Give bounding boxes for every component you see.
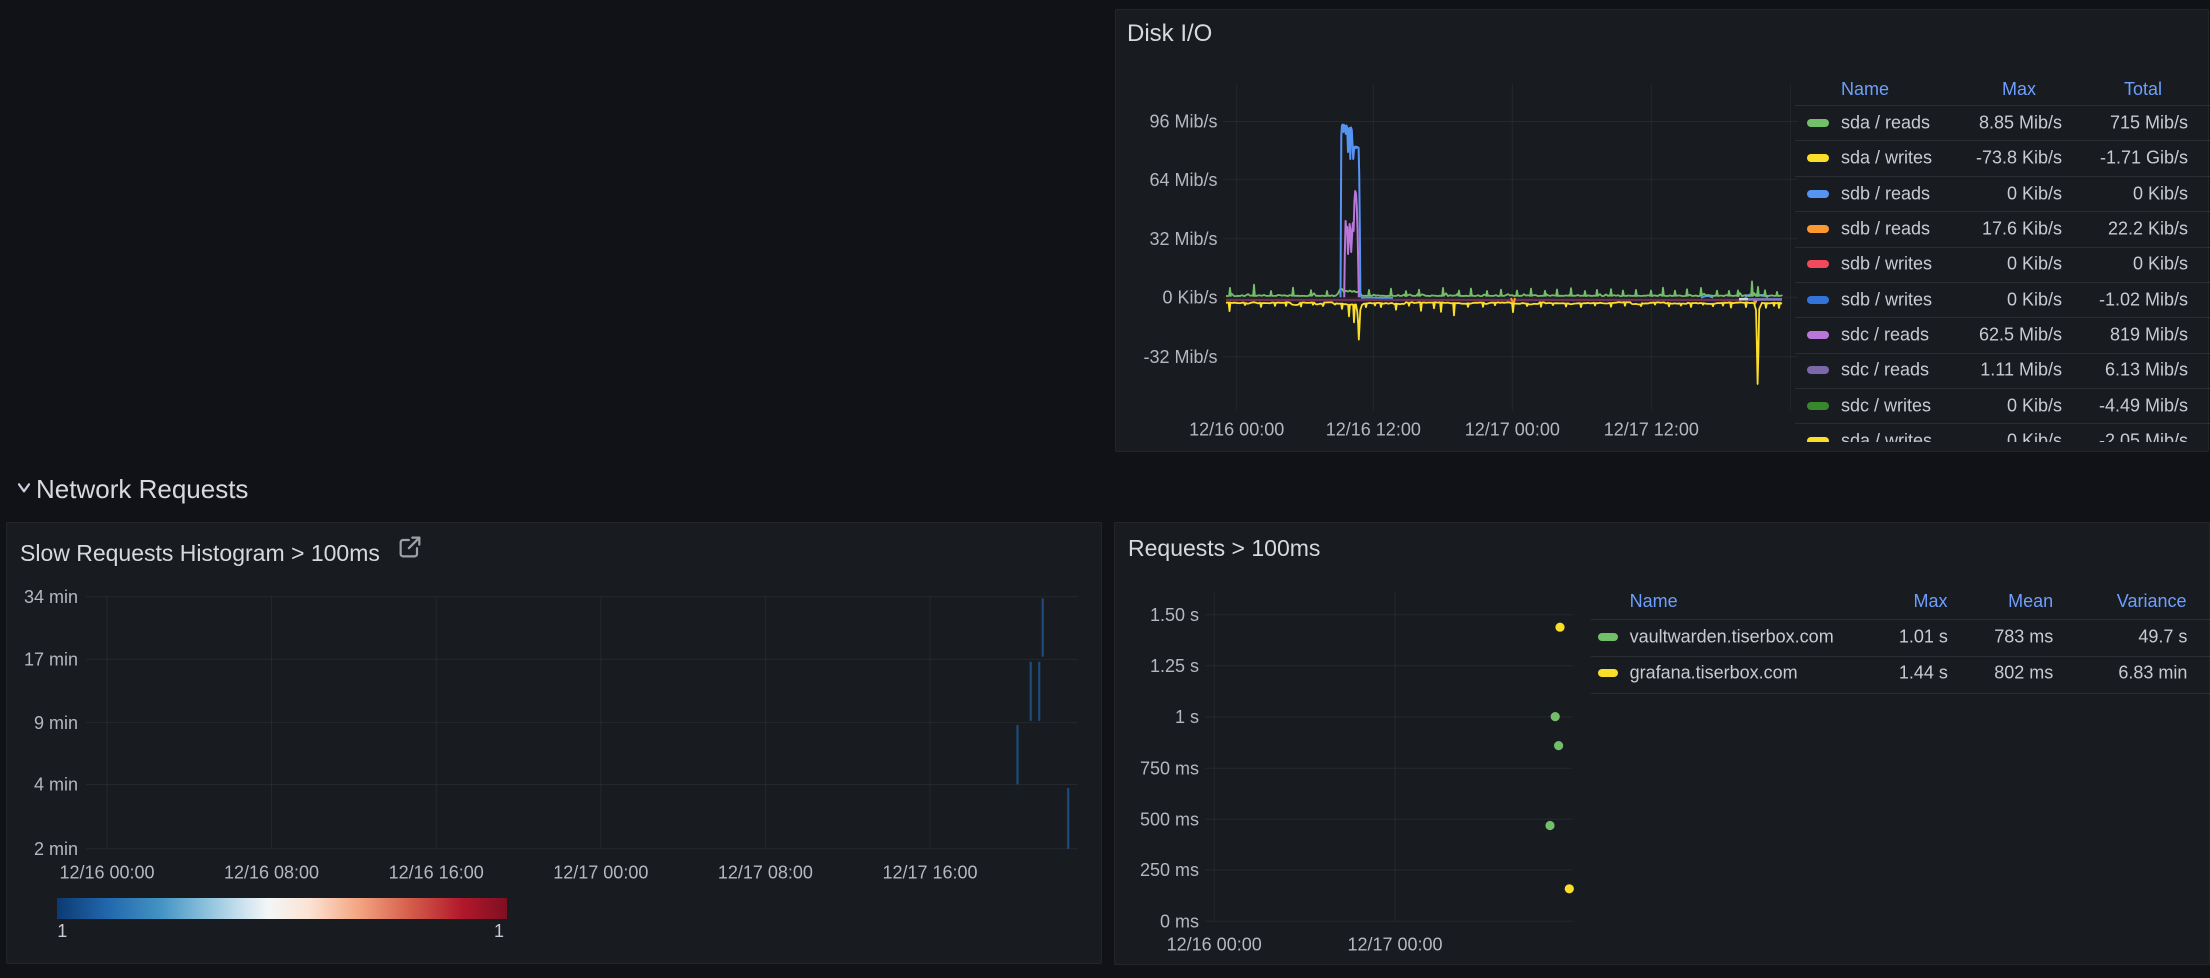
- svg-text:12/16 00:00: 12/16 00:00: [1167, 935, 1262, 955]
- svg-text:12/16 00:00: 12/16 00:00: [59, 863, 154, 883]
- svg-text:250 ms: 250 ms: [1140, 860, 1199, 880]
- svg-text:17 min: 17 min: [24, 650, 78, 670]
- svg-text:0 ms: 0 ms: [1160, 912, 1199, 932]
- svg-text:2 min: 2 min: [34, 839, 78, 859]
- svg-text:12/16 16:00: 12/16 16:00: [389, 863, 484, 883]
- svg-text:12/17 16:00: 12/17 16:00: [882, 863, 977, 883]
- svg-text:4 min: 4 min: [34, 775, 78, 795]
- svg-text:12/16 08:00: 12/16 08:00: [224, 863, 319, 883]
- svg-text:1 s: 1 s: [1175, 707, 1199, 727]
- svg-text:12/17 00:00: 12/17 00:00: [553, 863, 648, 883]
- svg-text:12/17 08:00: 12/17 08:00: [718, 863, 813, 883]
- svg-text:750 ms: 750 ms: [1140, 759, 1199, 779]
- svg-text:12/17 00:00: 12/17 00:00: [1347, 935, 1442, 955]
- svg-text:34 min: 34 min: [24, 587, 78, 607]
- svg-text:500 ms: 500 ms: [1140, 809, 1199, 829]
- svg-text:9 min: 9 min: [34, 713, 78, 733]
